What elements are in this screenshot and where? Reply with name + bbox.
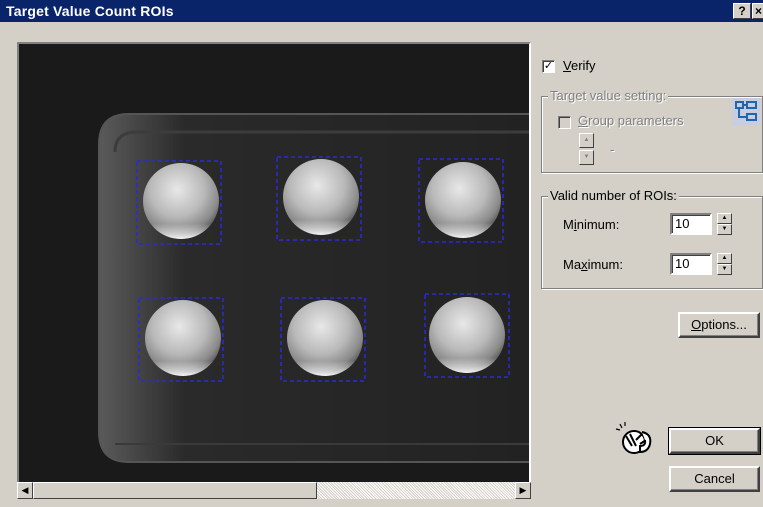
ok-button[interactable]: OK [668, 427, 761, 455]
maximum-input[interactable]: 10 [670, 253, 712, 275]
tree-structure-icon[interactable] [732, 98, 760, 126]
verify-label-rest: erify [570, 58, 596, 73]
group-parameters-label[interactable]: Group parameters [578, 113, 684, 128]
target-value-spinner[interactable]: ▲ ▼ [579, 133, 594, 165]
image-horizontal-scrollbar[interactable]: ◀ ▶ [17, 482, 531, 499]
options-button[interactable]: Options... [678, 312, 760, 338]
maximum-spin-down[interactable]: ▼ [717, 264, 732, 275]
window-title: Target Value Count ROIs [6, 3, 174, 19]
minimum-spinner[interactable]: ▲ ▼ [717, 213, 732, 235]
camera-image-viewport[interactable] [17, 42, 531, 486]
target-value-group-title: Target value setting: [548, 88, 669, 103]
minimum-label: Minimum: [563, 217, 620, 232]
scroll-right-button[interactable]: ▶ [515, 482, 531, 499]
target-value-dash: - [610, 142, 615, 157]
scroll-thumb[interactable] [33, 482, 317, 499]
valid-rois-group-title: Valid number of ROIs: [548, 188, 679, 203]
target-value-groupbox: Target value setting: [541, 88, 763, 173]
minimum-spin-up[interactable]: ▲ [717, 213, 732, 224]
verify-label[interactable]: Verify [563, 58, 596, 73]
group-parameters-checkbox[interactable] [558, 116, 571, 129]
target-spin-up[interactable]: ▲ [579, 133, 594, 148]
valid-rois-groupbox: Valid number of ROIs: [541, 188, 763, 289]
help-button[interactable]: ? [733, 3, 751, 19]
scroll-left-button[interactable]: ◀ [17, 482, 33, 499]
maximum-spinner[interactable]: ▲ ▼ [717, 253, 732, 275]
title-bar: Target Value Count ROIs ? × [0, 0, 763, 22]
minimum-input[interactable]: 10 [670, 213, 712, 235]
minimum-spin-down[interactable]: ▼ [717, 224, 732, 235]
maximum-label: Maximum: [563, 257, 623, 272]
verify-checkbox[interactable]: ✓ [542, 60, 555, 73]
inspection-image [19, 44, 529, 484]
cancel-button[interactable]: Cancel [669, 466, 760, 492]
teach-hand-icon[interactable] [612, 420, 656, 460]
maximum-spin-up[interactable]: ▲ [717, 253, 732, 264]
target-spin-down[interactable]: ▼ [579, 150, 594, 165]
close-button[interactable]: × [752, 3, 763, 19]
